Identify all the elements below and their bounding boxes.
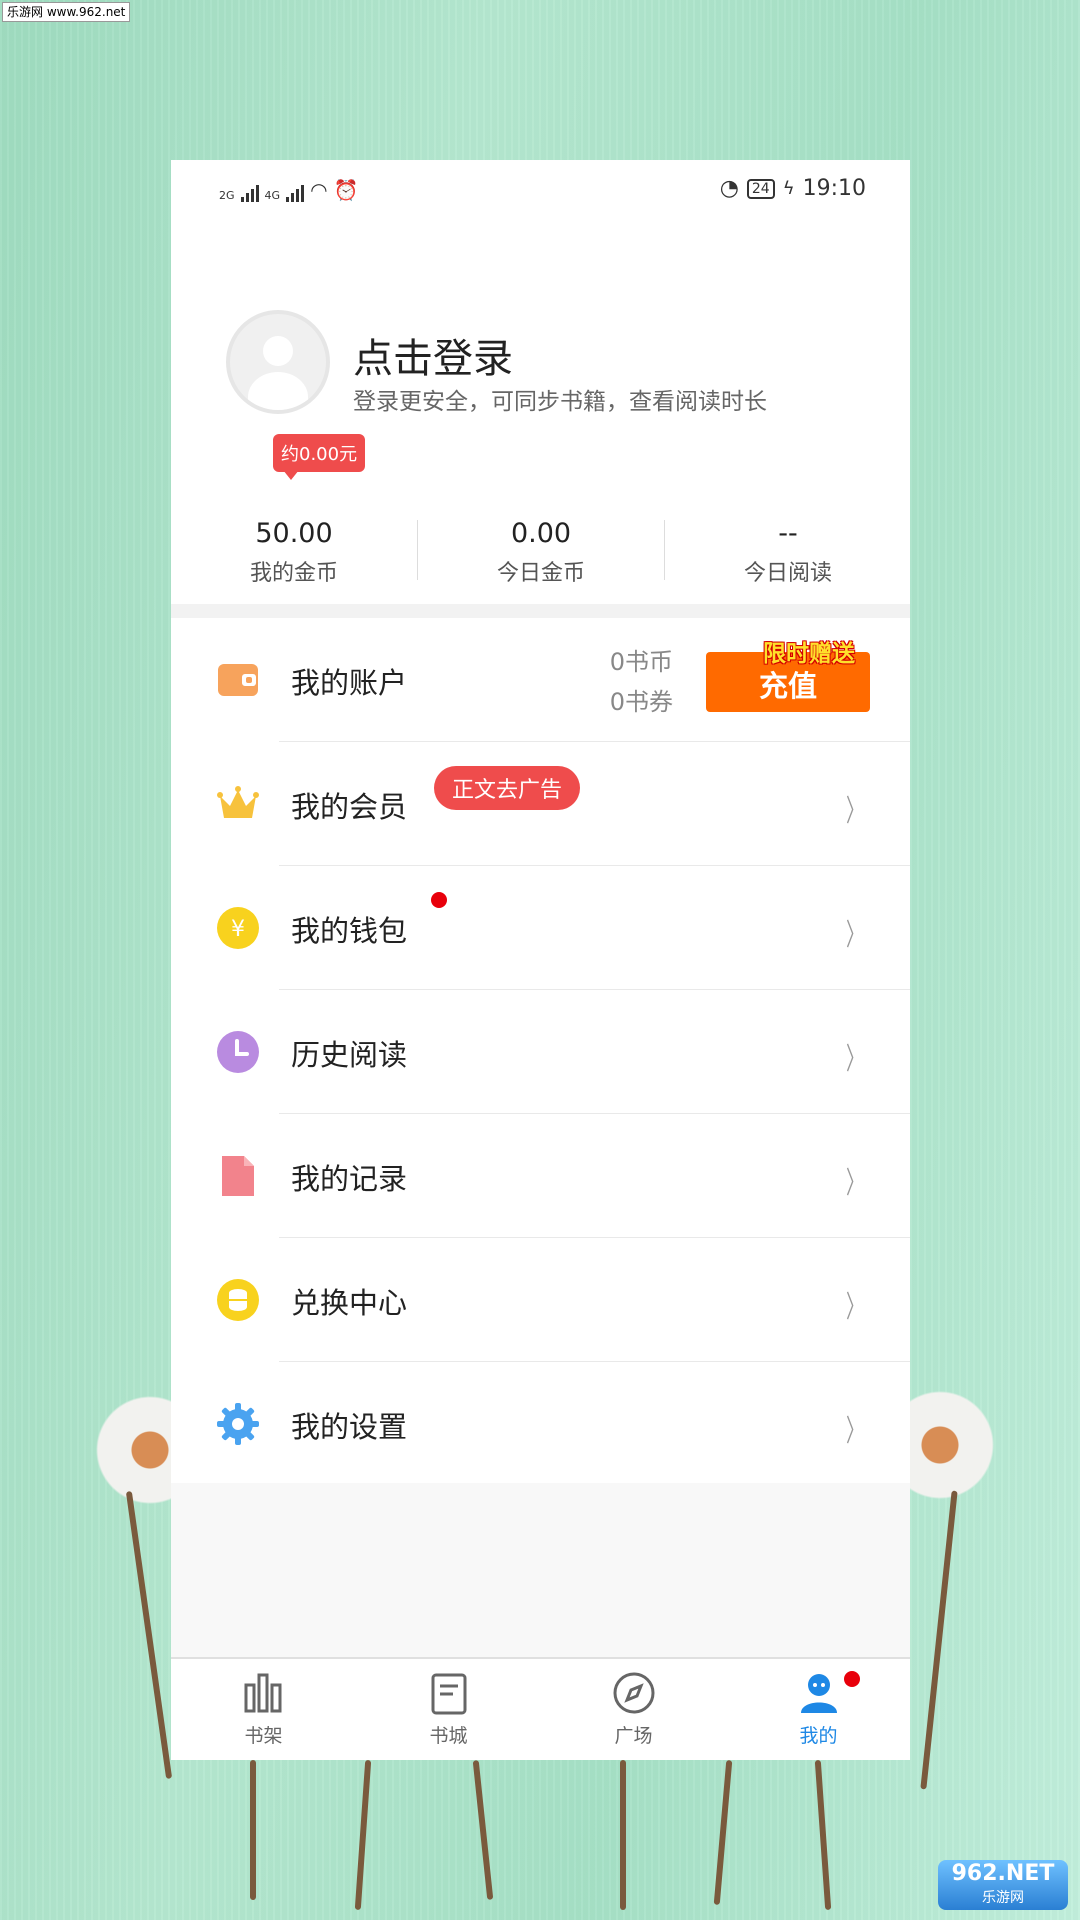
stat-today-coins[interactable]: 0.00 今日金币 [418, 490, 664, 587]
document-icon [216, 1154, 260, 1198]
yuan-coin-icon: ¥ [216, 906, 260, 950]
signal-icon [240, 184, 259, 202]
account-balance: 0书币 0书券 [610, 642, 673, 722]
chevron-right-icon: 〉 [846, 1166, 864, 1201]
clock: 19:10 [802, 176, 866, 201]
stat-value: 0.00 [510, 518, 572, 549]
stat-my-coins[interactable]: 50.00 我的金币 [171, 490, 417, 587]
chevron-right-icon: 〉 [846, 918, 864, 953]
tab-label: 我的 [799, 1725, 838, 1747]
watermark-bottom: 962.NET 乐游网 [938, 1860, 1068, 1910]
menu-item-wallet[interactable]: ¥ 我的钱包 〉 [171, 866, 910, 990]
section-divider [171, 604, 910, 618]
chevron-right-icon: 〉 [846, 1042, 864, 1077]
chevron-right-icon: 〉 [846, 1414, 864, 1449]
stat-label: 我的金币 [249, 561, 338, 586]
stat-label: 今日金币 [496, 561, 585, 586]
promo-label: 限时赠送 [763, 641, 855, 667]
menu-label: 我的会员 [291, 790, 408, 824]
phone-screen: 2G 4G ◠ ⏰ ◔ 24 ϟ 19:10 点击登录 登录更安全，可同步书籍，… [171, 160, 910, 1760]
watermark-top: 乐游网 www.962.net [2, 2, 131, 22]
avatar[interactable] [226, 310, 330, 414]
stat-value: 50.00 [255, 518, 333, 549]
signal-icon [286, 184, 305, 202]
charging-icon: ϟ [782, 178, 795, 199]
stem [250, 1760, 256, 1900]
menu-item-account[interactable]: 我的账户 0书币 0书券 充值 限时赠送 [171, 618, 910, 742]
stat-value: -- [778, 518, 798, 549]
bottom-tab-bar: 书架 书城 广场 我的 [171, 1657, 910, 1760]
tab-plaza[interactable]: 广场 [541, 1671, 726, 1748]
alarm-icon: ⏰ [333, 178, 359, 202]
watermark-logo: 962.NET [951, 1861, 1055, 1886]
menu-label: 兑换中心 [291, 1286, 408, 1320]
coin-stack-icon [216, 1278, 260, 1322]
status-bar: 2G 4G ◠ ⏰ ◔ 24 ϟ 19:10 [171, 160, 910, 220]
menu-item-exchange[interactable]: 兑换中心 〉 [171, 1238, 910, 1362]
menu-item-vip[interactable]: 我的会员 正文去广告 〉 [171, 742, 910, 866]
coin-value-badge: 约0.00元 [273, 434, 366, 480]
tab-label: 广场 [614, 1725, 653, 1747]
clock-icon [216, 1030, 260, 1074]
book-vouchers: 0书券 [609, 688, 673, 716]
chevron-right-icon: 〉 [846, 794, 864, 829]
user-icon [797, 1671, 841, 1715]
svg-text:¥: ¥ [231, 917, 245, 942]
menu-label: 历史阅读 [291, 1038, 408, 1072]
book-coins: 0书币 [609, 648, 673, 676]
book-icon [427, 1671, 471, 1715]
notification-dot [431, 892, 447, 908]
status-right: ◔ 24 ϟ 19:10 [720, 176, 866, 201]
stat-label: 今日阅读 [743, 561, 832, 586]
profile-header[interactable]: 点击登录 登录更安全，可同步书籍，查看阅读时长 [226, 310, 767, 415]
tab-label: 书架 [244, 1725, 283, 1747]
watermark-sub: 乐游网 [982, 1890, 1024, 1906]
status-left: 2G 4G ◠ ⏰ [219, 178, 358, 202]
tab-label: 书城 [429, 1725, 468, 1747]
menu-item-records[interactable]: 我的记录 〉 [171, 1114, 910, 1238]
menu-label: 我的记录 [291, 1162, 408, 1196]
empty-area [171, 1483, 910, 1667]
bookshelf-icon [242, 1671, 286, 1715]
tab-bookshelf[interactable]: 书架 [171, 1671, 356, 1748]
ad-free-tag: 正文去广告 [434, 766, 581, 810]
network-label-2: 4G [264, 189, 281, 202]
menu-item-history[interactable]: 历史阅读 〉 [171, 990, 910, 1114]
gear-icon [216, 1402, 260, 1446]
crown-icon [216, 782, 260, 826]
tab-bookstore[interactable]: 书城 [356, 1671, 541, 1748]
stat-today-reading[interactable]: -- 今日阅读 [665, 490, 910, 587]
menu-label: 我的账户 [291, 666, 408, 700]
wallet-card-icon [216, 658, 260, 702]
network-label-1: 2G [219, 189, 235, 202]
menu-item-settings[interactable]: 我的设置 〉 [171, 1362, 910, 1486]
speed-icon: ◔ [719, 176, 739, 201]
wifi-icon: ◠ [310, 178, 328, 202]
login-subtitle: 登录更安全，可同步书籍，查看阅读时长 [353, 389, 767, 415]
login-title[interactable]: 点击登录 [353, 326, 513, 384]
battery-icon: 24 [746, 178, 775, 199]
stats-bar: 50.00 我的金币 0.00 今日金币 -- 今日阅读 [171, 490, 910, 610]
menu-label: 我的钱包 [291, 914, 408, 948]
notification-dot [844, 1671, 860, 1687]
tab-mine[interactable]: 我的 [726, 1671, 910, 1748]
chevron-right-icon: 〉 [846, 1290, 864, 1325]
menu-label: 我的设置 [291, 1410, 408, 1444]
compass-icon [612, 1671, 656, 1715]
stem [620, 1760, 626, 1910]
